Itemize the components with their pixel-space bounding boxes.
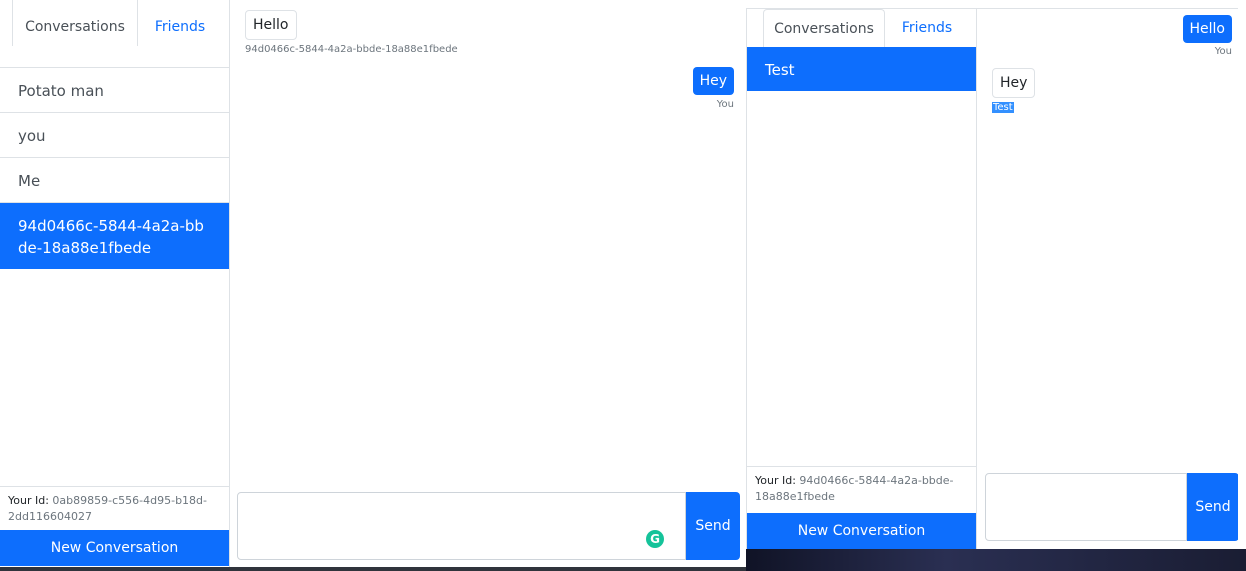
chat-panel: Hello 94d0466c-5844-4a2a-bbde-18a88e1fbe… [231, 0, 746, 571]
chat-window-right: Conversations Friends Test Your Id: 94d0… [746, 8, 1238, 549]
conversation-item[interactable]: Potato man [0, 68, 229, 113]
conversation-list: Potato man you Me 94d0466c-5844-4a2a-bbd… [0, 68, 229, 269]
your-id-label: Your Id: [755, 474, 796, 487]
conversation-item-active[interactable]: Test [747, 47, 976, 91]
divider [0, 567, 746, 571]
tab-conversations[interactable]: Conversations [763, 9, 885, 47]
send-button[interactable]: Send [686, 492, 740, 560]
message-input[interactable] [985, 473, 1187, 541]
sidebar: Conversations Friends Test Your Id: 94d0… [747, 9, 977, 549]
new-conversation-button[interactable]: New Conversation [747, 513, 976, 549]
grammarly-icon[interactable]: G [646, 530, 664, 548]
message-bubble-sent: Hello [1182, 15, 1232, 43]
message-bubble-sent: Hey [692, 67, 734, 95]
chat-window-left: Conversations Friends Potato man you Me … [0, 0, 746, 571]
new-conversation-button[interactable]: New Conversation [0, 530, 229, 566]
your-id-label: Your Id: [8, 494, 49, 507]
sidebar-tabs: Conversations Friends [747, 9, 976, 49]
sidebar: Conversations Friends Potato man you Me … [0, 0, 230, 571]
message-sender: 94d0466c-5844-4a2a-bbde-18a88e1fbede [245, 44, 458, 55]
message-bubble-received: Hey [992, 68, 1036, 98]
your-id: Your Id: 0ab89859-c556-4d95-b18d-2dd1166… [0, 486, 229, 534]
message-sender: Test [992, 102, 1014, 113]
sidebar-tabs: Conversations Friends [0, 0, 229, 68]
conversation-item[interactable]: you [0, 113, 229, 158]
tab-friends[interactable]: Friends [140, 0, 220, 46]
conversation-list: Test [747, 47, 976, 91]
chat-panel: Hello You Hey Test Send [978, 9, 1238, 549]
tab-conversations[interactable]: Conversations [12, 0, 138, 46]
message-sender: You [1214, 46, 1232, 57]
message-bubble-received: Hello [245, 10, 297, 40]
message-input[interactable] [237, 492, 686, 560]
desktop-background [746, 549, 1246, 571]
message-sender: You [716, 99, 734, 110]
conversation-item-active[interactable]: 94d0466c-5844-4a2a-bbde-18a88e1fbede [0, 203, 229, 269]
your-id: Your Id: 94d0466c-5844-4a2a-bbde-18a88e1… [747, 466, 976, 514]
send-button[interactable]: Send [1187, 473, 1238, 541]
tab-friends[interactable]: Friends [887, 9, 967, 47]
conversation-item[interactable]: Me [0, 158, 229, 203]
